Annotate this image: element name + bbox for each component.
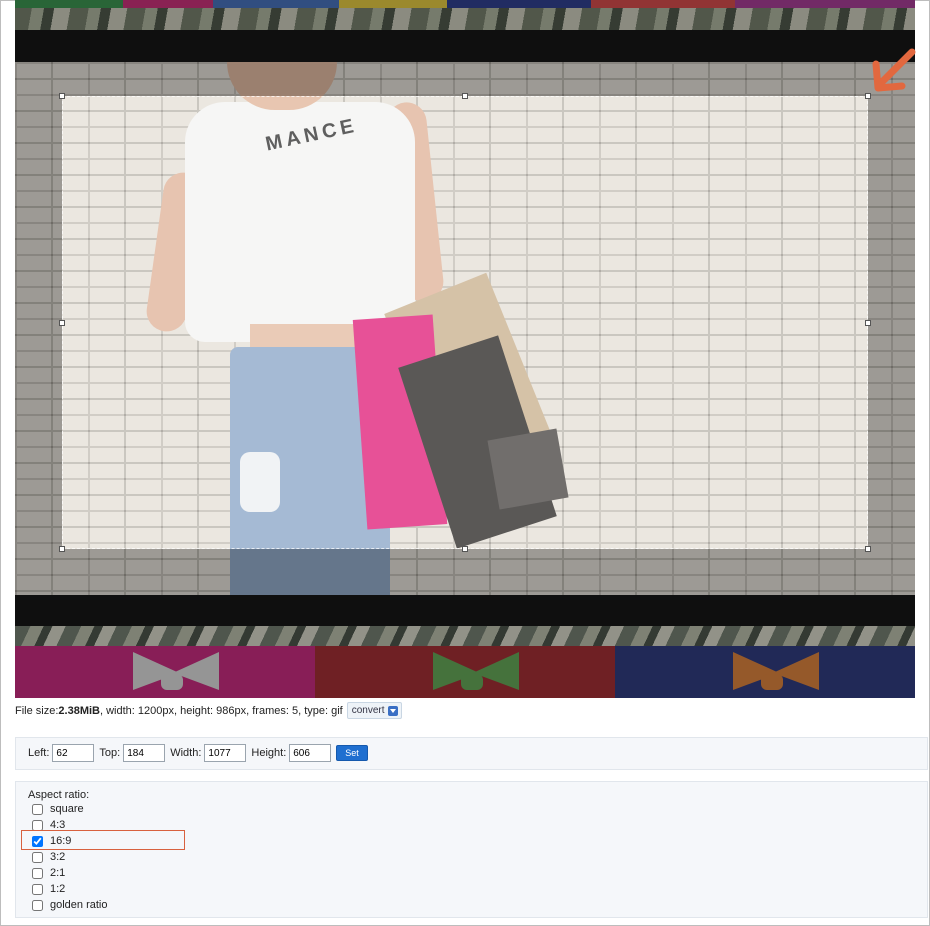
crop-shade-left — [15, 96, 62, 549]
aspect-option-label: 2:1 — [50, 867, 66, 879]
aspect-option-label: square — [50, 803, 84, 815]
aspect-option-golden-ratio[interactable]: golden ratio — [30, 899, 108, 911]
file-size: 2.38MiB — [58, 704, 100, 717]
download-icon — [387, 705, 398, 716]
aspect-checkbox-1-2[interactable] — [32, 883, 43, 895]
crop-handle-n[interactable] — [462, 93, 468, 99]
crop-handle-se[interactable] — [865, 546, 871, 552]
crop-handle-ne[interactable] — [865, 93, 871, 99]
top-input[interactable] — [123, 744, 166, 762]
aspect-option-square[interactable]: square — [30, 803, 84, 815]
annotation-highlight-box — [21, 830, 185, 850]
aspect-checkbox-3-2[interactable] — [32, 851, 43, 863]
width-label: Width: — [170, 747, 202, 759]
crop-handle-sw[interactable] — [59, 546, 65, 552]
aspect-option-3-2[interactable]: 3:2 — [30, 851, 65, 863]
file-info-prefix: File size: — [15, 704, 59, 717]
crop-handle-w[interactable] — [59, 320, 65, 326]
height-input[interactable] — [289, 744, 332, 762]
crop-selection[interactable] — [62, 96, 868, 549]
aspect-checkbox-4-3[interactable] — [32, 819, 43, 831]
aspect-checkbox-2-1[interactable] — [32, 867, 43, 879]
width-input[interactable] — [204, 744, 247, 762]
aspect-option-label: golden ratio — [50, 899, 108, 911]
aspect-option-label: 3:2 — [50, 851, 66, 863]
file-details: , width: 1200px, height: 986px, frames: … — [99, 704, 343, 717]
aspect-ratio-title: Aspect ratio: — [28, 789, 90, 801]
height-label: Height: — [251, 747, 287, 759]
aspect-checkbox-golden-ratio[interactable] — [32, 899, 43, 911]
annotation-arrow-icon — [872, 48, 916, 92]
left-label: Left: — [28, 747, 50, 759]
image-preview[interactable]: MANCE — [15, 0, 915, 698]
aspect-checkbox-square[interactable] — [32, 803, 43, 815]
crop-handle-e[interactable] — [865, 320, 871, 326]
crop-coordinates-panel: Left: Top: Width: Height: Set — [15, 737, 928, 770]
crop-shade-top — [15, 0, 915, 96]
crop-handle-nw[interactable] — [59, 93, 65, 99]
top-label: Top: — [99, 747, 121, 759]
convert-label: convert — [351, 705, 385, 716]
crop-handle-s[interactable] — [462, 546, 468, 552]
set-button[interactable]: Set — [336, 745, 368, 761]
aspect-option-1-2[interactable]: 1:2 — [30, 883, 65, 895]
left-input[interactable] — [52, 744, 95, 762]
aspect-option-2-1[interactable]: 2:1 — [30, 867, 65, 879]
crop-shade-right — [868, 96, 915, 549]
crop-shade-bottom — [15, 549, 915, 698]
file-info: File size: 2.38MiB , width: 1200px, heig… — [15, 702, 402, 719]
aspect-option-label: 1:2 — [50, 883, 66, 895]
convert-button[interactable]: convert — [346, 702, 402, 719]
